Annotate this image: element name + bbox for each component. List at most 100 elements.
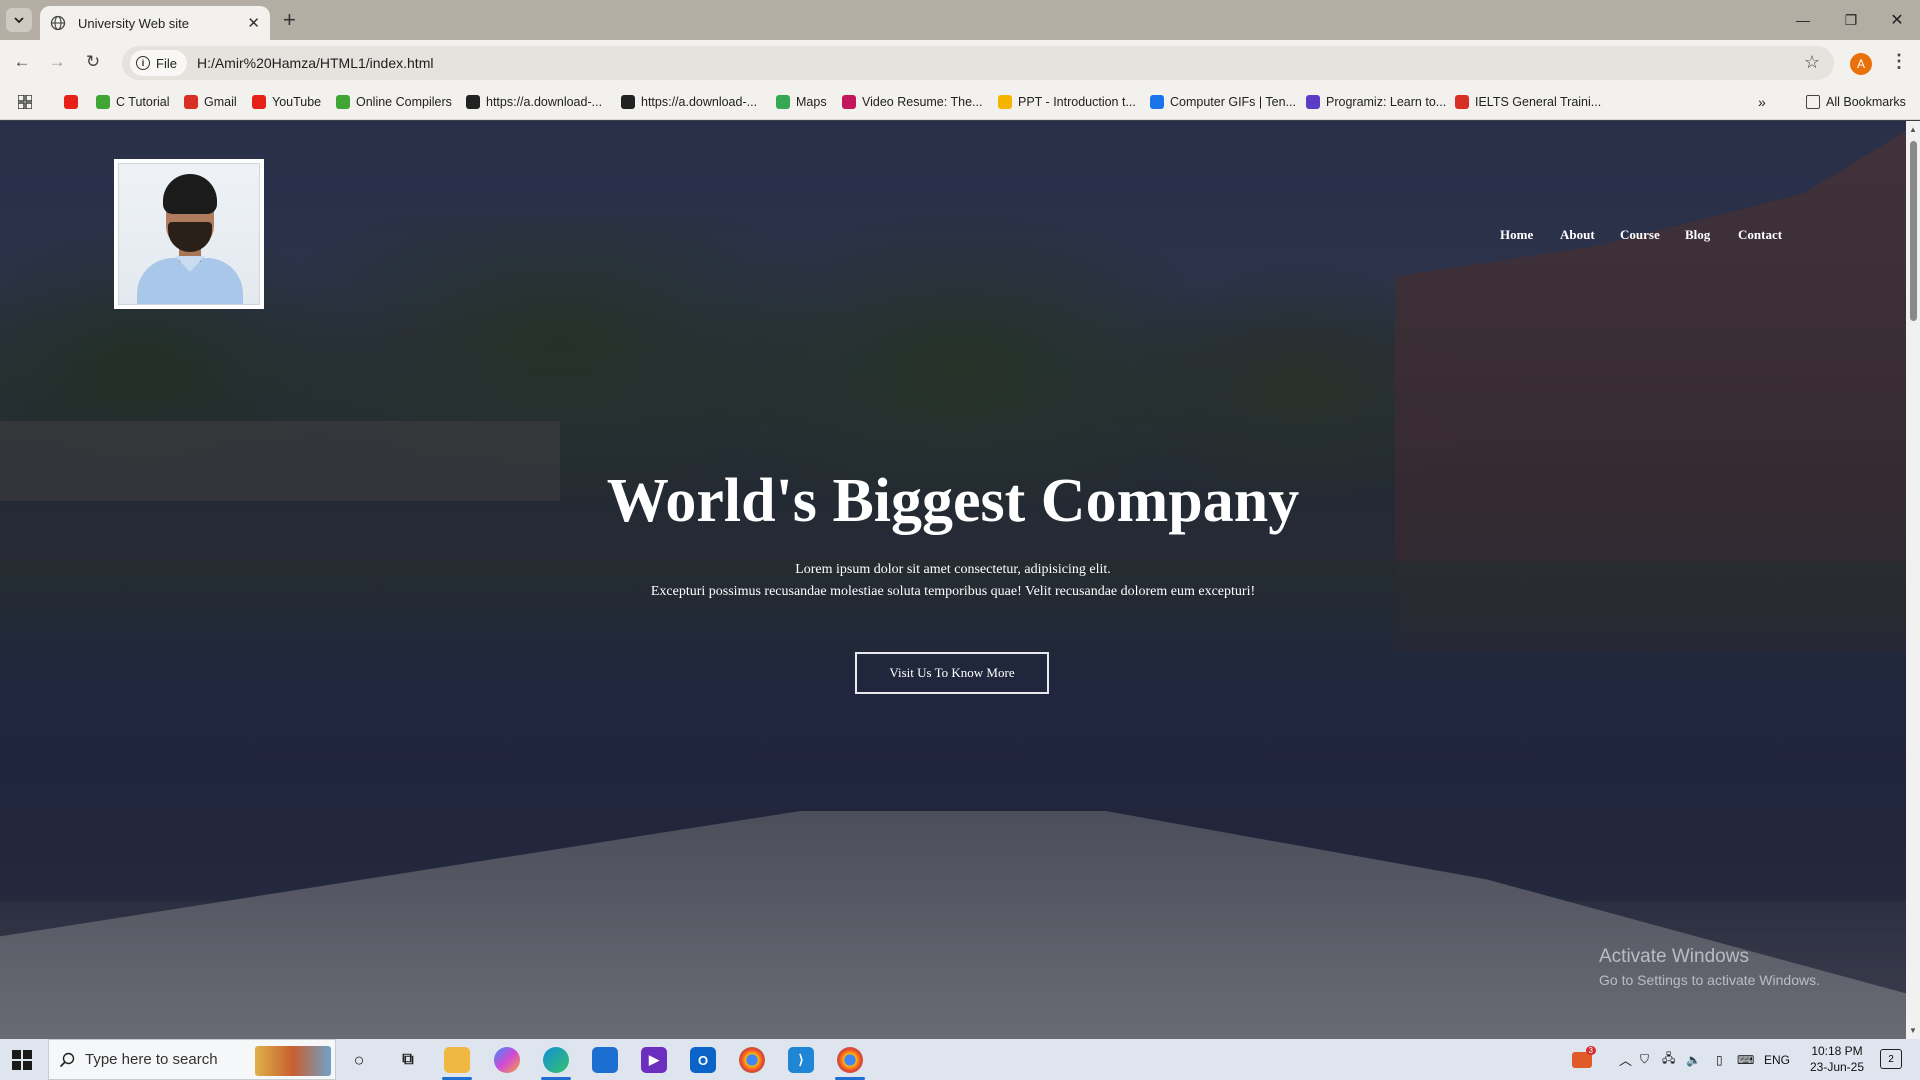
bookmark-item[interactable]: IELTS General Traini... [1455,92,1601,112]
url-text[interactable]: H:/Amir%20Hamza/HTML1/index.html [197,55,434,71]
file-explorer-icon[interactable] [444,1047,470,1073]
address-bar[interactable]: i File H:/Amir%20Hamza/HTML1/index.html … [122,46,1834,80]
browser-tabstrip: University Web site ✕ + — ❐ ✕ [0,0,1920,40]
notification-badge: 3 [1585,1045,1596,1055]
bookmark-label: Maps [796,95,827,109]
network-icon[interactable]: 🖧 [1662,1039,1675,1080]
forward-button[interactable]: → [46,51,68,73]
all-bookmarks-button[interactable]: All Bookmarks [1806,92,1906,112]
bookmark-item[interactable]: https://a.download-... [466,92,602,112]
tab-search-button[interactable] [6,8,32,32]
bookmark-item[interactable]: PPT - Introduction t... [998,92,1136,112]
tab-close-icon[interactable]: ✕ [247,14,260,32]
restore-button[interactable]: ❐ [1828,0,1874,40]
bookmark-label: Video Resume: The... [862,95,983,109]
tab-title: University Web site [78,15,190,31]
bookmark-label: https://a.download-... [486,95,603,109]
back-button[interactable]: ← [11,51,33,73]
download-icon [621,95,635,109]
gmail-icon [184,95,198,109]
bookmarks-bar: C Tutorial Gmail YouTube Online Compilers ht… [0,84,1920,120]
browser-menu-icon[interactable]: ⋮ [1890,51,1908,71]
bookmark-item[interactable]: https://a.download-... [621,92,757,112]
bookmark-item[interactable]: YouTube [252,92,321,112]
scroll-up-icon[interactable]: ▲ [1909,125,1917,134]
chrome-icon[interactable] [739,1047,765,1073]
gif-icon [1150,95,1164,109]
bookmark-star-icon[interactable]: ☆ [1804,52,1820,73]
windows-start-icon[interactable] [12,1050,32,1070]
action-center-icon[interactable]: 2 [1880,1049,1902,1069]
search-highlight-image [255,1046,331,1076]
bookmark-item[interactable]: Programiz: Learn to... [1306,92,1446,112]
bookmark-item[interactable]: Online Compilers [336,92,452,112]
store-icon[interactable] [592,1047,618,1073]
windows-taskbar: Type here to search ○ ⧉ ▶ O ⟩ 3 ︿ ⛉ 🖧 🔈 … [0,1039,1920,1080]
bookmark-label: IELTS General Traini... [1475,95,1602,109]
show-hidden-icons[interactable]: ︿ [1619,1039,1632,1080]
close-window-button[interactable]: ✕ [1874,0,1920,40]
globe-icon [50,15,66,31]
bookmark-item[interactable]: C Tutorial [96,92,170,112]
taskbar-clock[interactable]: 10:18 PM 23-Jun-25 [1797,1043,1877,1075]
browser-tab[interactable]: University Web site ✕ [40,6,270,40]
maps-icon [776,95,790,109]
volume-icon[interactable]: 🔈 [1686,1039,1701,1080]
visual-studio-icon[interactable]: ▶ [641,1047,667,1073]
nav-contact[interactable]: Contact [1738,227,1782,243]
bookmark-item[interactable]: Gmail [184,92,237,112]
youtube-icon [64,95,78,109]
nav-blog[interactable]: Blog [1685,227,1710,243]
site-info-label: File [156,55,177,71]
chevron-down-icon [14,17,24,24]
activate-subtitle: Go to Settings to activate Windows. [1599,972,1820,988]
search-icon [59,1052,75,1067]
bookmark-label: Computer GIFs | Ten... [1170,95,1296,109]
bookmark-item[interactable]: Computer GIFs | Ten... [1150,92,1296,112]
profile-avatar[interactable]: A [1850,53,1872,75]
scroll-thumb[interactable] [1910,141,1917,321]
bookmark-label: Programiz: Learn to... [1326,95,1447,109]
nav-home[interactable]: Home [1500,227,1533,243]
new-tab-button[interactable]: + [283,8,296,32]
battery-icon[interactable]: ▯ [1716,1039,1723,1080]
outlook-icon[interactable]: O [690,1047,716,1073]
folder-icon [1806,95,1820,109]
visit-us-button[interactable]: Visit Us To Know More [855,652,1049,694]
web-page: Home About Course Blog Contact World's B… [0,121,1906,1039]
bookmark-label: Online Compilers [356,95,452,109]
weather-tray-icon[interactable]: 3 [1572,1039,1596,1080]
task-view-icon[interactable]: ⧉ [395,1047,421,1073]
ielts-icon [1455,95,1469,109]
nav-course[interactable]: Course [1620,227,1660,243]
language-indicator[interactable]: ENG [1764,1039,1790,1080]
minimize-button[interactable]: — [1780,0,1826,40]
cortana-icon[interactable]: ○ [346,1047,372,1073]
bookmark-item[interactable]: Maps [776,92,827,112]
bookmark-item[interactable]: Video Resume: The... [842,92,982,112]
search-placeholder: Type here to search [85,1051,218,1068]
chrome-profile-icon[interactable] [837,1047,863,1073]
bookmark-label: https://a.download-... [641,95,758,109]
bookmark-item[interactable] [64,92,84,112]
nav-about[interactable]: About [1560,227,1595,243]
site-logo[interactable] [114,159,264,309]
scroll-down-icon[interactable]: ▼ [1909,1026,1917,1035]
reload-button[interactable]: ↻ [82,51,104,73]
hero-text-line-1: Lorem ipsum dolor sit amet consectetur, … [795,562,1111,577]
more-bookmarks-icon[interactable]: » [1758,92,1766,112]
activate-title: Activate Windows [1599,946,1749,967]
site-info-chip[interactable]: i File [130,50,187,76]
clock-time: 10:18 PM [1811,1044,1863,1058]
activate-windows-watermark: Activate Windows Go to Settings to activ… [1599,946,1820,988]
apps-grid-icon[interactable] [18,92,32,112]
copilot-icon[interactable] [494,1047,520,1073]
antivirus-tray-icon[interactable]: ⛉ [1640,1039,1649,1080]
keyboard-icon[interactable]: ⌨ [1737,1039,1754,1080]
vscode-icon[interactable]: ⟩ [788,1047,814,1073]
taskbar-search[interactable]: Type here to search [48,1039,336,1080]
edge-icon[interactable] [543,1047,569,1073]
page-scrollbar[interactable]: ▲ ▼ [1906,121,1920,1039]
hero-title: World's Biggest Company [606,467,1300,535]
compiler-icon [336,95,350,109]
